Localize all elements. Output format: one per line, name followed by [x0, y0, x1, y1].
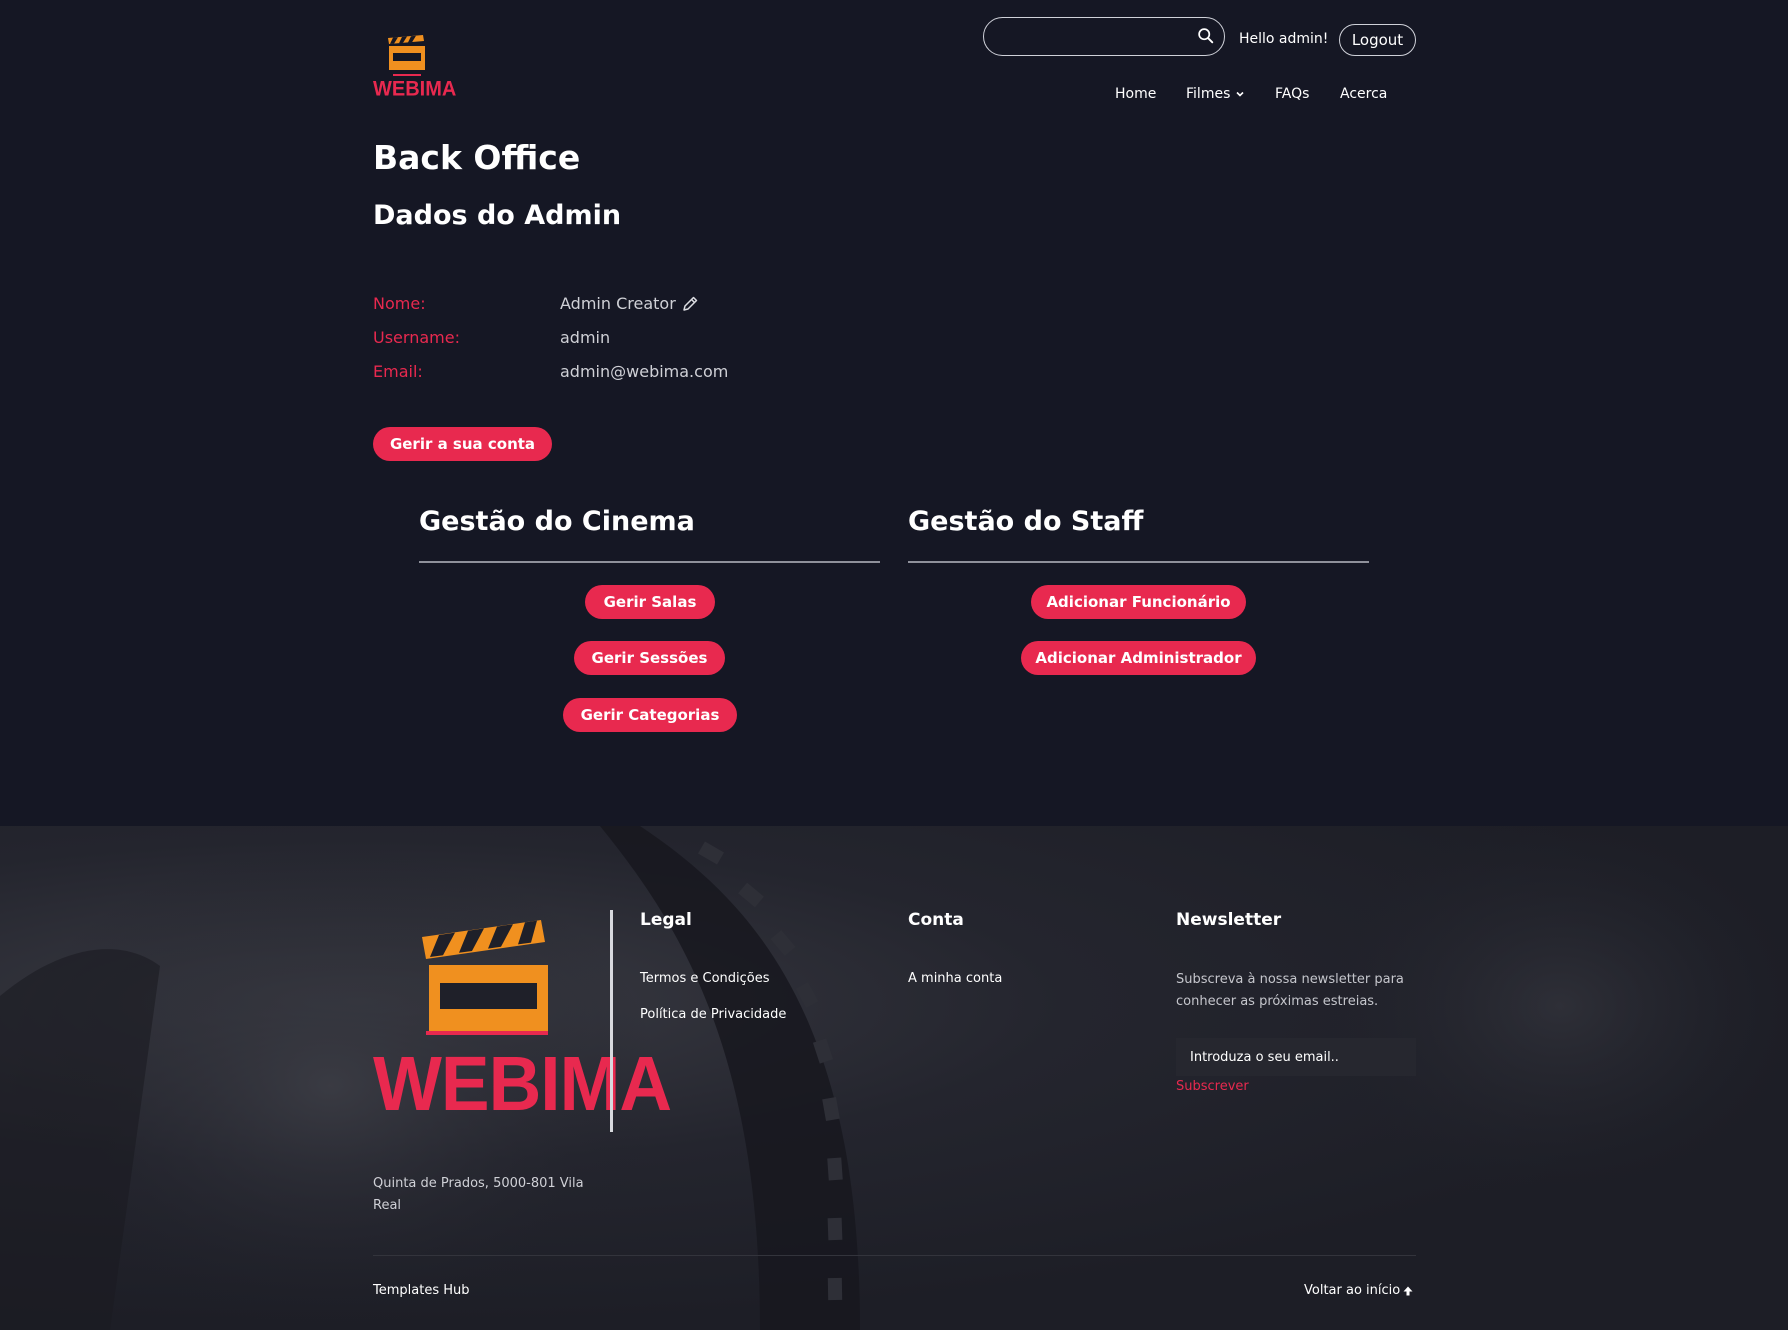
staff-section-divider [908, 561, 1369, 563]
nav-faqs-label: FAQs [1275, 86, 1310, 102]
search-box[interactable] [983, 17, 1225, 56]
account-title: Conta [908, 910, 964, 930]
site-footer: WEBIMA Quinta de Prados, 5000-801 Vila R… [0, 826, 1788, 1330]
templates-hub-link[interactable]: Templates Hub [373, 1283, 470, 1298]
name-value: Admin Creator [560, 294, 676, 313]
pencil-icon[interactable] [681, 295, 699, 313]
back-to-top-link[interactable]: Voltar ao início [1304, 1283, 1413, 1298]
privacy-link[interactable]: Política de Privacidade [640, 1007, 786, 1022]
address: Quinta de Prados, 5000-801 Vila Real [373, 1176, 584, 1213]
chevron-down-icon [1236, 91, 1244, 97]
name-label: Nome: [373, 294, 426, 313]
nav-home[interactable]: Home [1115, 86, 1156, 102]
nav-acerca-label: Acerca [1340, 86, 1388, 102]
search-input[interactable] [998, 18, 1198, 54]
name-value-row: Admin Creator [560, 294, 699, 313]
logo-wordmark: WEBIMA [373, 77, 457, 101]
subscribe-link[interactable]: Subscrever [1176, 1079, 1249, 1094]
username-label: Username: [373, 328, 460, 347]
admin-section-title: Dados do Admin [373, 200, 622, 231]
manage-sessions-button[interactable]: Gerir Sessões [574, 641, 725, 675]
newsletter-text: Subscreva à nossa newsletter para conhec… [1176, 972, 1404, 1009]
username-value: admin [560, 328, 611, 347]
clapperboard-icon [388, 35, 425, 76]
cinema-section-title: Gestão do Cinema [419, 506, 695, 537]
my-account-link[interactable]: A minha conta [908, 971, 1002, 986]
legal-title: Legal [640, 910, 692, 930]
nav-filmes-label: Filmes [1186, 86, 1231, 102]
footer-logo[interactable]: WEBIMA [373, 908, 672, 1133]
cinema-section-divider [419, 561, 880, 563]
search-icon[interactable] [1197, 27, 1214, 44]
footer-bottom-divider [373, 1255, 1416, 1256]
email-label: Email: [373, 362, 423, 381]
logo-underline [426, 1031, 548, 1035]
manage-account-button[interactable]: Gerir a sua conta [373, 427, 552, 461]
nav-acerca[interactable]: Acerca [1340, 86, 1387, 102]
newsletter-title: Newsletter [1176, 910, 1282, 930]
logout-button[interactable]: Logout [1339, 24, 1416, 56]
page-title: Back Office [373, 138, 581, 177]
newsletter-email-input[interactable] [1176, 1038, 1416, 1076]
arrow-up-icon [1403, 1286, 1413, 1295]
back-to-top-label: Voltar ao início [1304, 1283, 1401, 1298]
user-greeting: Hello admin! [1239, 31, 1329, 47]
manage-categories-button[interactable]: Gerir Categorias [563, 698, 737, 732]
nav-faqs[interactable]: FAQs [1275, 86, 1309, 102]
manage-rooms-button[interactable]: Gerir Salas [585, 585, 715, 619]
staff-section-title: Gestão do Staff [908, 506, 1144, 537]
footer-divider [610, 910, 613, 1132]
clapperboard-icon [422, 920, 548, 1032]
footer-logo-wordmark: WEBIMA [373, 1041, 672, 1127]
add-admin-button[interactable]: Adicionar Administrador [1021, 641, 1256, 675]
terms-link[interactable]: Termos e Condições [640, 971, 770, 986]
nav-filmes[interactable]: Filmes [1186, 86, 1245, 102]
nav-home-label: Home [1115, 86, 1157, 102]
add-employee-button[interactable]: Adicionar Funcionário [1031, 585, 1246, 619]
email-value: admin@webima.com [560, 362, 729, 381]
site-logo[interactable]: WEBIMA [373, 32, 457, 102]
